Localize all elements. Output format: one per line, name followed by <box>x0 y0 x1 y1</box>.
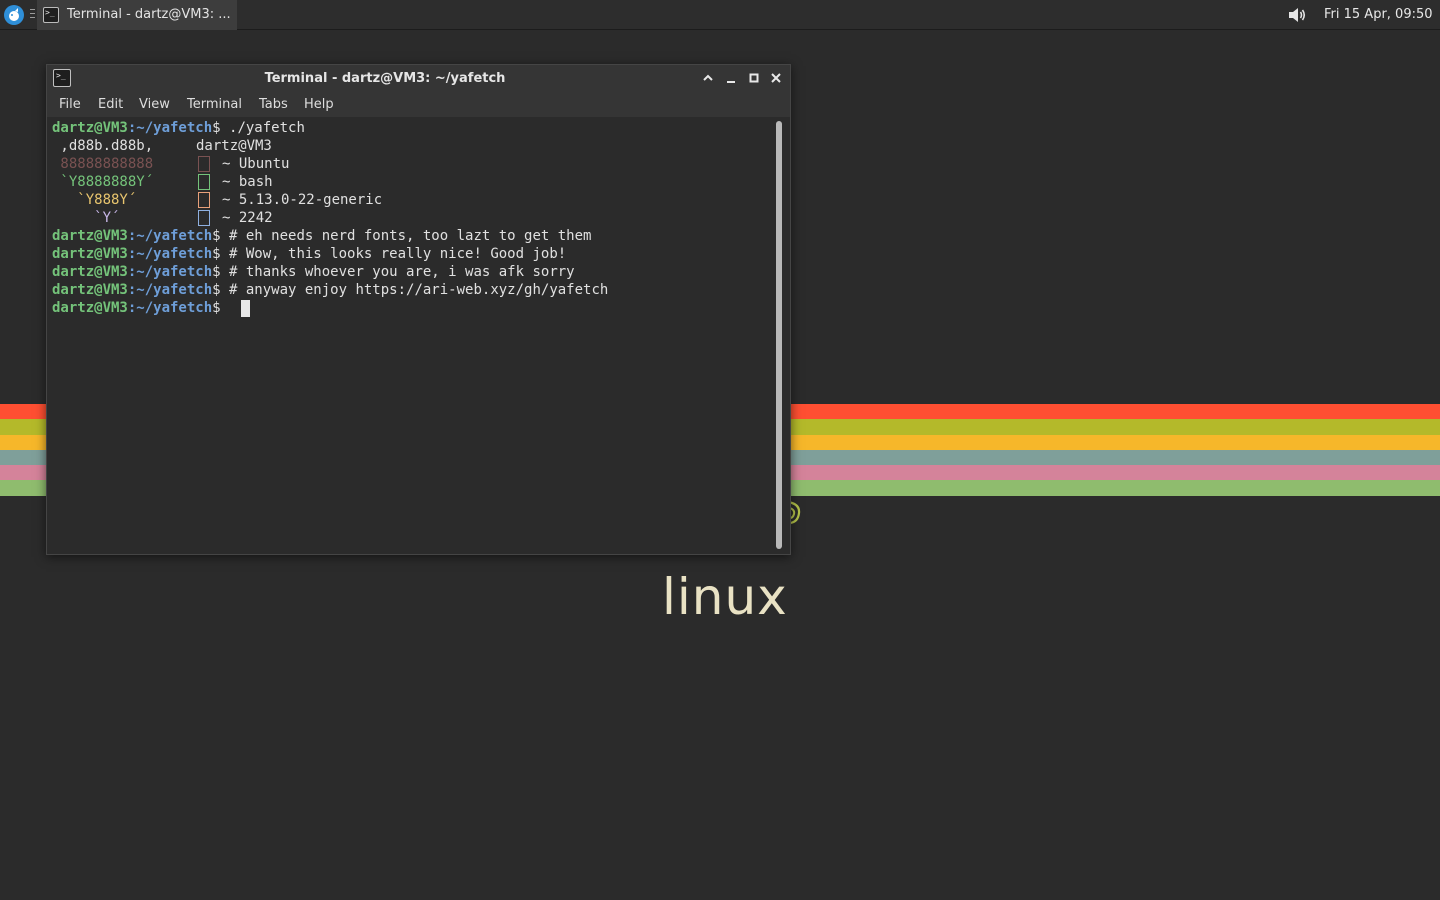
top-panel: >_ Terminal - dartz@VM3: ... Fri 15 Apr,… <box>0 0 1440 30</box>
command-text: # anyway enjoy https://ari-web.xyz/gh/ya… <box>220 282 609 298</box>
prompt-path: :~/yafetch <box>127 228 213 244</box>
terminal-icon: >_ <box>43 7 59 23</box>
maximize-button[interactable] <box>746 70 762 86</box>
prompt-path: :~/yafetch <box>127 246 213 262</box>
minimize-button[interactable] <box>723 70 739 86</box>
menu-edit[interactable]: Edit <box>98 93 123 117</box>
yafetch-header: dartz@VM3 <box>196 138 272 154</box>
command-text: ./yafetch <box>220 120 305 136</box>
prompt-symbol: $ <box>212 246 221 262</box>
prompt-path: :~/yafetch <box>127 282 213 298</box>
yafetch-info-kernel: ~ 5.13.0-22-generic <box>222 192 383 208</box>
window-title: Terminal - dartz@VM3: ~/yafetch <box>264 71 506 86</box>
terminal-scrollbar[interactable] <box>776 121 782 549</box>
prompt-path: :~/yafetch <box>127 300 213 316</box>
prompt-symbol: $ <box>212 282 221 298</box>
close-button[interactable] <box>768 70 784 86</box>
terminal-line: dartz@VM3:~/yafetch$ # thanks whoever yo… <box>52 263 575 281</box>
terminal-current-prompt[interactable]: dartz@VM3:~/yafetch$ <box>52 299 221 317</box>
command-text: # Wow, this looks really nice! Good job! <box>220 246 567 262</box>
terminal-line: dartz@VM3:~/yafetch$ # Wow, this looks r… <box>52 245 566 263</box>
prompt-path: :~/yafetch <box>127 264 213 280</box>
terminal-output[interactable]: dartz@VM3:~/yafetch$ ./yafetch ,d88b.d88… <box>47 117 790 554</box>
prompt-path: :~/yafetch <box>127 120 213 136</box>
prompt-user: dartz@VM3 <box>52 120 128 136</box>
terminal-window[interactable]: >_ Terminal - dartz@VM3: ~/yafetch File … <box>46 64 791 555</box>
volume-icon[interactable] <box>1287 6 1307 28</box>
terminal-line: dartz@VM3:~/yafetch$ # anyway enjoy http… <box>52 281 608 299</box>
terminal-line: dartz@VM3:~/yafetch$ ./yafetch <box>52 119 305 137</box>
missing-glyph-icon <box>198 156 210 172</box>
taskbar-item-terminal[interactable]: >_ Terminal - dartz@VM3: ... <box>37 0 237 30</box>
yafetch-art-line: `Y8888888Y´ <box>52 174 154 190</box>
prompt-user: dartz@VM3 <box>52 246 128 262</box>
wallpaper-linux-text: linux <box>662 568 788 626</box>
prompt-symbol: $ <box>212 300 221 316</box>
menu-tabs[interactable]: Tabs <box>259 93 288 117</box>
taskbar-item-label: Terminal - dartz@VM3: ... <box>67 7 231 22</box>
shade-button[interactable] <box>700 70 716 86</box>
terminal-line: dartz@VM3:~/yafetch$ # eh needs nerd fon… <box>52 227 591 245</box>
yafetch-art-line: ,d88b.d88b, <box>52 138 154 154</box>
yafetch-art-line: 88888888888 <box>52 156 154 172</box>
yafetch-info-os: ~ Ubuntu <box>222 156 290 172</box>
missing-glyph-icon <box>198 192 210 208</box>
panel-clock[interactable]: Fri 15 Apr, 09:50 <box>1324 0 1433 29</box>
prompt-user: dartz@VM3 <box>52 282 128 298</box>
missing-glyph-icon <box>198 210 210 226</box>
yafetch-info-packages: ~ 2242 <box>222 210 273 226</box>
menu-file[interactable]: File <box>59 93 81 117</box>
prompt-user: dartz@VM3 <box>52 300 128 316</box>
yafetch-art-line: `Y´ <box>52 210 120 226</box>
prompt-symbol: $ <box>212 120 221 136</box>
panel-separator-handle[interactable] <box>30 9 35 21</box>
prompt-user: dartz@VM3 <box>52 228 128 244</box>
menu-bar: File Edit View Terminal Tabs Help <box>47 93 790 117</box>
yafetch-art-line: `Y888Y´ <box>52 192 137 208</box>
menu-view[interactable]: View <box>139 93 170 117</box>
yafetch-info-shell: ~ bash <box>222 174 273 190</box>
menu-help[interactable]: Help <box>304 93 334 117</box>
command-text: # eh needs nerd fonts, too lazt to get t… <box>220 228 592 244</box>
prompt-symbol: $ <box>212 264 221 280</box>
command-text: # thanks whoever you are, i was afk sorr… <box>220 264 575 280</box>
window-titlebar[interactable]: >_ Terminal - dartz@VM3: ~/yafetch <box>47 65 790 93</box>
menu-terminal[interactable]: Terminal <box>187 93 242 117</box>
prompt-user: dartz@VM3 <box>52 264 128 280</box>
whisker-menu-icon[interactable] <box>4 5 24 25</box>
missing-glyph-icon <box>198 174 210 190</box>
prompt-symbol: $ <box>212 228 221 244</box>
terminal-cursor <box>241 300 250 317</box>
